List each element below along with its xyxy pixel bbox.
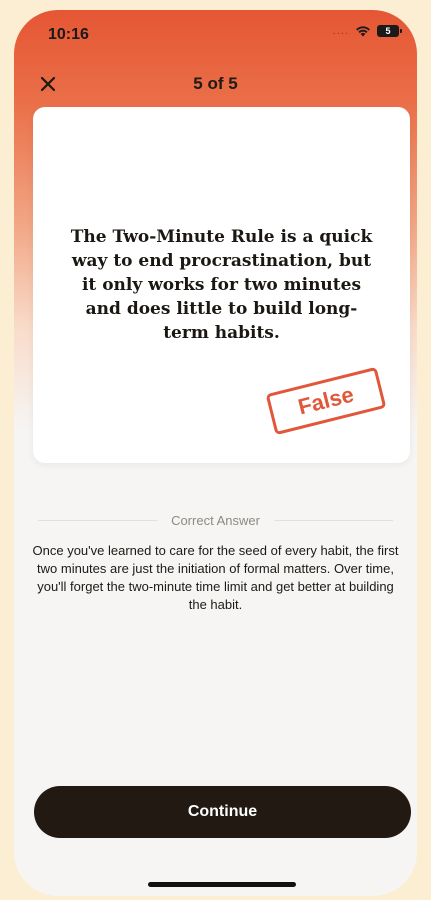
divider-line xyxy=(38,520,158,521)
continue-button[interactable]: Continue xyxy=(34,786,411,838)
battery-icon: 5 xyxy=(377,25,402,37)
wifi-icon xyxy=(356,26,370,37)
signal-icon: .... xyxy=(332,25,349,37)
status-bar: 10:16 .... 5 xyxy=(14,10,417,58)
progress-indicator: 5 of 5 xyxy=(193,74,238,93)
question-card: The Two-Minute Rule is a quick way to en… xyxy=(33,107,410,463)
correct-answer-divider: Correct Answer xyxy=(38,513,393,528)
top-nav: 5 of 5 xyxy=(14,66,417,102)
answer-stamp: False xyxy=(265,366,387,436)
question-statement: The Two-Minute Rule is a quick way to en… xyxy=(70,227,373,343)
home-indicator[interactable] xyxy=(148,882,296,887)
correct-answer-label: Correct Answer xyxy=(171,513,260,528)
status-icons: .... 5 xyxy=(332,25,402,37)
phone-screen: 10:16 .... 5 5 of 5 The Two-Minute Rule … xyxy=(14,10,417,896)
status-time: 10:16 xyxy=(48,26,89,43)
divider-line xyxy=(273,520,393,521)
answer-explanation: Once you've learned to care for the seed… xyxy=(32,543,399,612)
